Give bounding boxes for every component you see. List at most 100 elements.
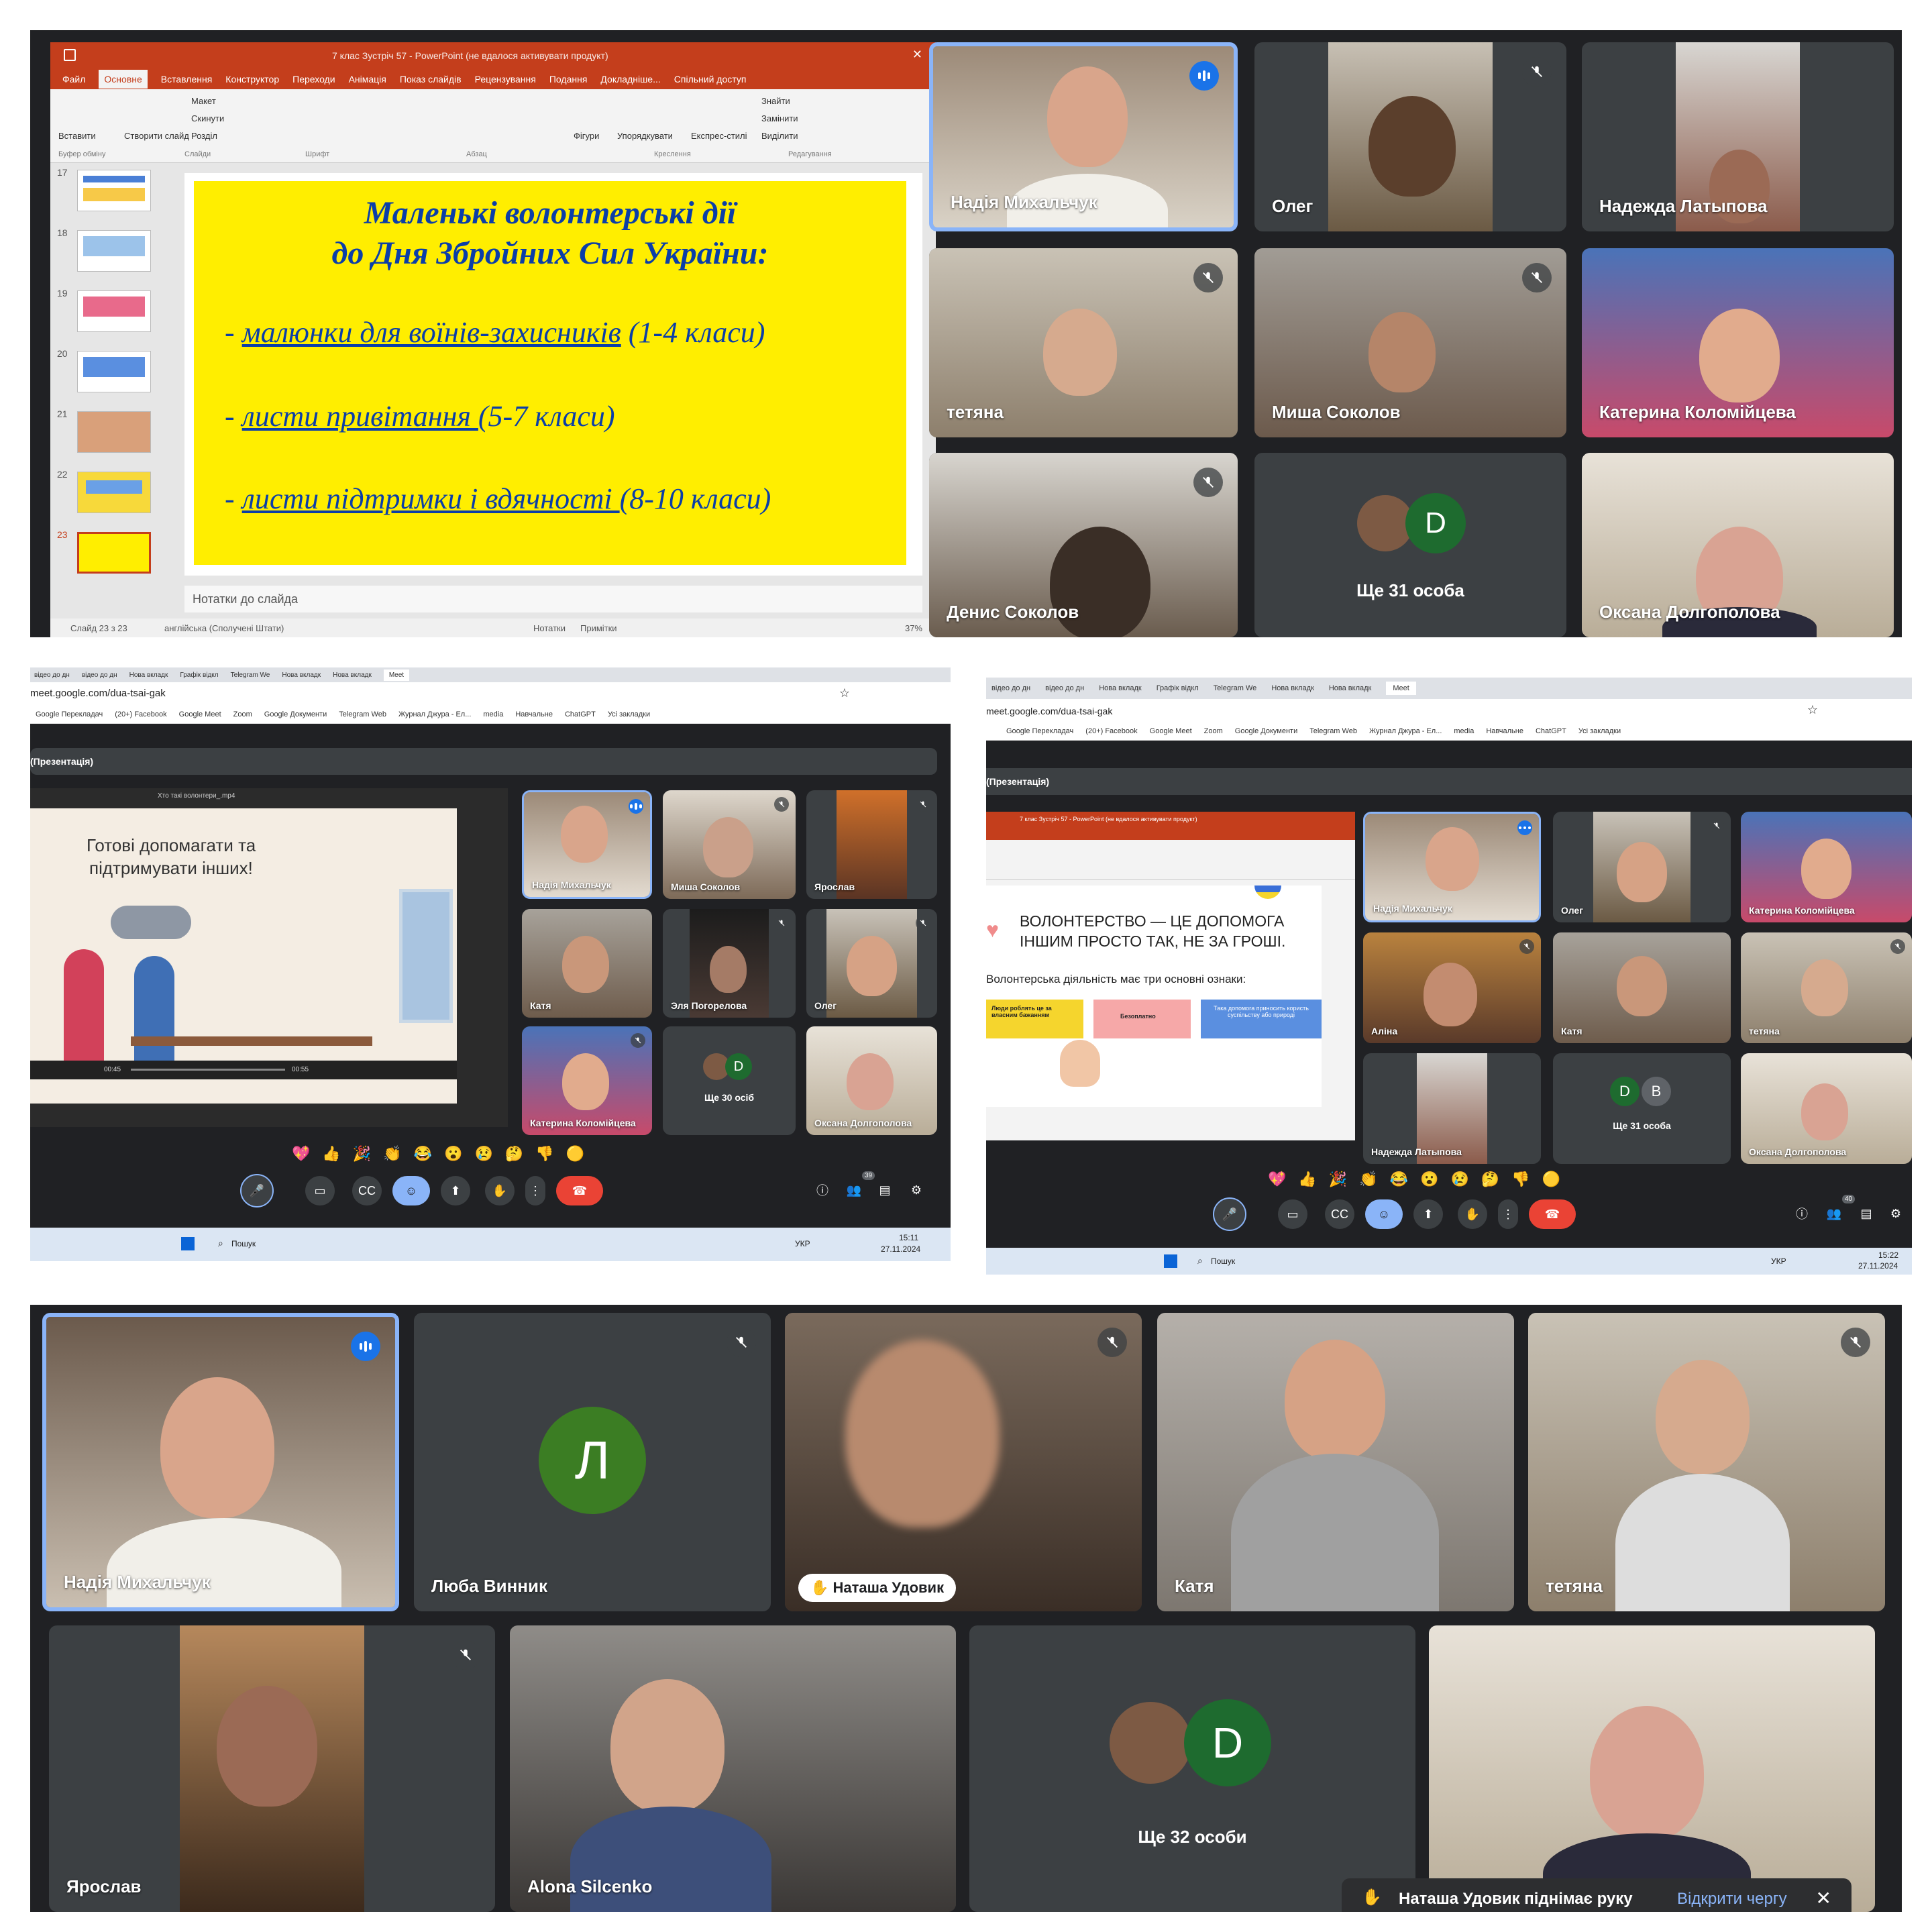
people-icon[interactable]: 👥	[1823, 1203, 1845, 1224]
reaction-sad[interactable]: 😢	[1450, 1171, 1468, 1188]
browser-tab[interactable]: Нова вкладк	[282, 672, 321, 679]
replace-button[interactable]: Замінити	[761, 113, 798, 123]
chat-icon[interactable]: ▤	[874, 1179, 896, 1201]
reaction-yellow[interactable]: 🟡	[566, 1145, 584, 1163]
search-icon[interactable]: ⌕	[1197, 1255, 1203, 1267]
bookmark[interactable]: media	[1454, 727, 1474, 735]
ribbon-tab[interactable]: Рецензування	[475, 74, 536, 85]
ribbon-tab[interactable]: Конструктор	[225, 74, 279, 85]
participant-tile[interactable]: тетяна	[1741, 932, 1912, 1043]
close-icon[interactable]: ✕	[1816, 1887, 1831, 1909]
bullet-link[interactable]: малюнки для воїнів-захисників	[242, 316, 621, 349]
taskbar-search[interactable]: Пошук	[231, 1239, 256, 1248]
participant-tile[interactable]: Катя	[1157, 1313, 1514, 1611]
reaction-laugh[interactable]: 😂	[1390, 1171, 1408, 1188]
open-queue-link[interactable]: Відкрити чергу	[1677, 1890, 1787, 1909]
participant-tile[interactable]: Аліна	[1363, 932, 1541, 1043]
browser-tab[interactable]: відео до дн	[1045, 684, 1084, 692]
close-icon[interactable]: ✕	[912, 48, 922, 62]
participant-tile[interactable]: Денис Соколов	[929, 453, 1238, 637]
reaction-thinking[interactable]: 🤔	[505, 1145, 523, 1163]
people-icon[interactable]: 👥	[843, 1179, 865, 1201]
participant-tile[interactable]: Эля Погорелова	[663, 909, 796, 1018]
quick-styles-button[interactable]: Експрес-стилі	[691, 131, 747, 141]
start-icon[interactable]	[1164, 1254, 1177, 1268]
more-participants-tile[interactable]: D Ще 32 особи	[969, 1625, 1415, 1912]
bookmark[interactable]: Журнал Джура - Ел...	[1369, 727, 1442, 735]
bookmark[interactable]: Журнал Джура - Ел...	[398, 710, 471, 718]
browser-tab[interactable]: відео до дн	[34, 672, 70, 679]
reset-button[interactable]: Скинути	[191, 113, 224, 123]
participant-tile[interactable]: Надежда Латыпова	[1363, 1053, 1541, 1164]
search-icon[interactable]: ⌕	[218, 1238, 223, 1249]
captions-icon[interactable]: CC	[1325, 1199, 1354, 1229]
reaction-party[interactable]: 🎉	[353, 1145, 371, 1163]
bookmark[interactable]: Zoom	[233, 710, 252, 718]
participant-tile[interactable]: Оксана Долгополова	[1582, 453, 1894, 637]
participant-tile[interactable]: Катя	[1553, 932, 1731, 1043]
browser-tab[interactable]: Нова вкладк	[333, 672, 372, 679]
participant-tile[interactable]: Оксана Долгополова	[806, 1026, 937, 1135]
reaction-sad[interactable]: 😢	[474, 1145, 492, 1163]
emoji-icon[interactable]: ☺	[1365, 1199, 1403, 1229]
browser-tab[interactable]: Нова вкладк	[1099, 684, 1142, 692]
participant-tile[interactable]: Ярослав	[806, 790, 937, 899]
thumb-23-selected[interactable]: 23	[57, 529, 158, 576]
notes-toggle[interactable]: Нотатки	[533, 623, 566, 633]
reaction-thumbs-down[interactable]: 👎	[535, 1145, 553, 1163]
thumb-18[interactable]: 18	[57, 227, 158, 274]
ribbon-tab[interactable]: Подання	[549, 74, 588, 85]
more-participants-tile[interactable]: D B Ще 31 особа	[1553, 1053, 1731, 1164]
browser-tab-active[interactable]: Meet	[383, 669, 410, 681]
bookmark[interactable]: Усі закладки	[1578, 727, 1621, 735]
participant-tile[interactable]: Надія Михальчук	[929, 42, 1238, 231]
thumb-20[interactable]: 20	[57, 348, 158, 395]
chat-icon[interactable]: ▤	[1856, 1203, 1877, 1224]
bookmark[interactable]: Google Документи	[1235, 727, 1297, 735]
bookmark[interactable]: Google Meet	[1150, 727, 1192, 735]
reaction-surprised[interactable]: 😮	[1420, 1171, 1438, 1188]
thumb-19[interactable]: 19	[57, 288, 158, 335]
browser-tab-active[interactable]: Meet	[1386, 682, 1416, 695]
activities-icon[interactable]: ⚙	[1885, 1203, 1907, 1224]
info-icon[interactable]: ⓘ	[812, 1179, 833, 1201]
participant-tile[interactable]: Надія Михальчук	[522, 790, 652, 899]
more-participants-tile[interactable]: D Ще 30 осіб	[663, 1026, 796, 1135]
ribbon-tab[interactable]: Вставлення	[161, 74, 213, 85]
reaction-thumbs-down[interactable]: 👎	[1511, 1171, 1529, 1188]
info-icon[interactable]: ⓘ	[1791, 1203, 1813, 1224]
reaction-heart[interactable]: 💖	[292, 1145, 310, 1163]
bullet-link[interactable]: листи підтримки і вдячності	[242, 482, 620, 515]
participant-tile[interactable]: Л Люба Винник	[414, 1313, 771, 1611]
url-field[interactable]: meet.google.com/dua-tsai-gak	[30, 688, 166, 699]
camera-icon[interactable]: ▭	[305, 1176, 335, 1205]
bookmark[interactable]: Навчальне	[515, 710, 553, 718]
participant-tile[interactable]: Катерина Коломійцева	[522, 1026, 652, 1135]
bookmark[interactable]: Усі закладки	[608, 710, 650, 718]
ribbon-tab[interactable]: Докладніше...	[600, 74, 660, 85]
mic-icon[interactable]: 🎤	[1213, 1197, 1246, 1231]
participant-tile[interactable]: Олег	[806, 909, 937, 1018]
present-icon[interactable]: ⬆	[441, 1176, 470, 1205]
taskbar-search[interactable]: Пошук	[1211, 1256, 1235, 1266]
participant-tile[interactable]: Ярослав	[49, 1625, 495, 1912]
video-progress[interactable]	[131, 1069, 285, 1071]
end-call-icon[interactable]: ☎	[556, 1176, 603, 1205]
zoom-level[interactable]: 37%	[905, 623, 922, 633]
bookmark[interactable]: (20+) Facebook	[1085, 727, 1137, 735]
browser-tab[interactable]: Telegram We	[231, 672, 270, 679]
thumb-21[interactable]: 21	[57, 409, 158, 455]
participant-tile[interactable]: тетяна	[929, 248, 1238, 437]
browser-tab[interactable]: відео до дн	[991, 684, 1030, 692]
thumb-22[interactable]: 22	[57, 469, 158, 516]
new-slide-button[interactable]: Створити слайд	[124, 131, 189, 141]
ribbon-tab[interactable]: Переходи	[292, 74, 335, 85]
ribbon-tab[interactable]: Анімація	[349, 74, 386, 85]
save-icon[interactable]	[64, 49, 76, 61]
emoji-icon[interactable]: ☺	[392, 1176, 430, 1205]
participant-tile[interactable]: Миша Соколов	[1254, 248, 1566, 437]
thumb-17[interactable]: 17	[57, 167, 158, 214]
video-controls[interactable]: 00:45 00:55	[30, 1061, 457, 1079]
bookmark[interactable]: ChatGPT	[565, 710, 596, 718]
more-icon[interactable]: ⋮	[1498, 1199, 1518, 1229]
